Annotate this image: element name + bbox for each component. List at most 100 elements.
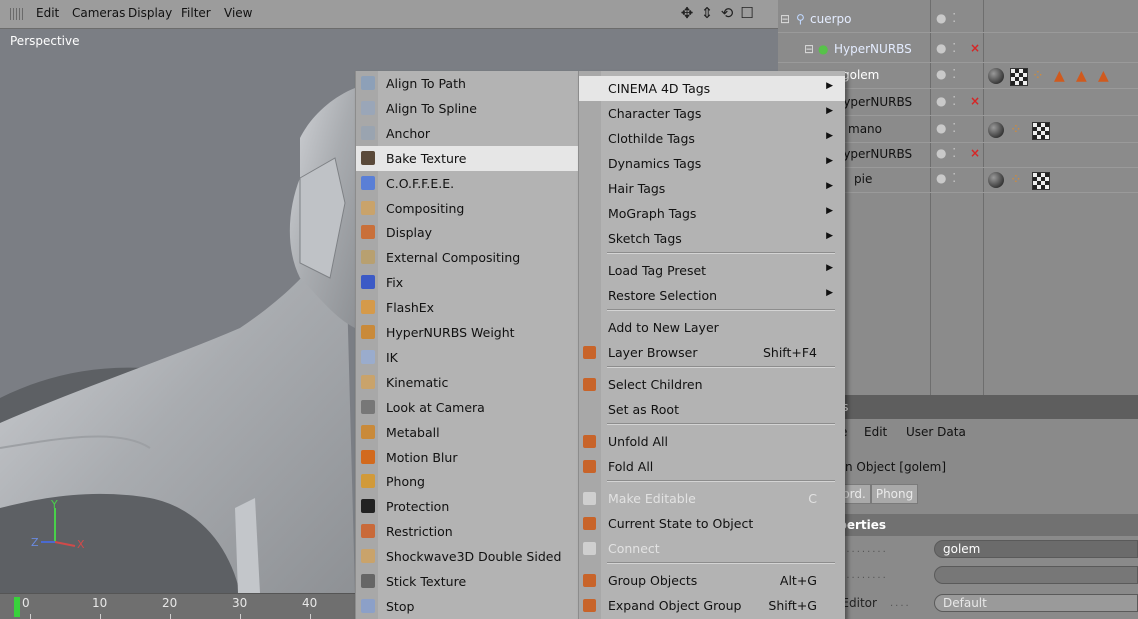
attr-menu-user-data[interactable]: User Data [906, 425, 966, 439]
context-menu-item[interactable]: Add to New Layer [579, 315, 845, 340]
maximize-icon[interactable]: ☐ [738, 3, 756, 23]
attr-leader-dots: .... [890, 598, 911, 609]
layer-field[interactable] [934, 566, 1138, 584]
null-object-icon: ⚲ [796, 12, 805, 26]
stop-icon [361, 598, 375, 613]
tag-menu-item[interactable]: Compositing [356, 196, 578, 221]
tag-menu-item[interactable]: Protection [356, 494, 578, 519]
menu-separator [607, 366, 835, 368]
context-menu-item[interactable]: Set as Root [579, 397, 845, 422]
visibility-dots[interactable]: ● ⁚ [936, 11, 957, 25]
object-name[interactable]: golem [842, 68, 879, 82]
warning-tag-icon[interactable]: ▲ [1076, 68, 1092, 84]
menu-item-label: Select Children [608, 377, 703, 392]
tag-menu-item[interactable]: Look at Camera [356, 395, 578, 420]
tag-menu-item[interactable]: Bake Texture [356, 145, 578, 171]
phong-dots-tag-icon[interactable]: ⁘ [1032, 68, 1048, 84]
texture-tag-icon[interactable] [1032, 122, 1050, 140]
visibility-dots[interactable]: ● ⁚ [936, 94, 957, 108]
tag-menu-item[interactable]: IK [356, 345, 578, 370]
warning-tag-icon[interactable]: ▲ [1098, 68, 1114, 84]
context-menu-item[interactable]: Dynamics Tags ▶ [579, 151, 845, 176]
object-name[interactable]: lyperNURBS [840, 95, 912, 109]
phong-dots-tag-icon[interactable]: ⁘ [1010, 172, 1026, 188]
tag-menu-item[interactable]: FlashEx [356, 295, 578, 320]
context-menu-item[interactable]: Clothilde Tags ▶ [579, 126, 845, 151]
visibility-dots[interactable]: ● ⁚ [936, 121, 957, 135]
menu-view[interactable]: View [224, 6, 252, 20]
tag-menu-item[interactable]: Align To Path [356, 71, 578, 96]
context-menu-item[interactable]: Layer Browser Shift+F4 [579, 340, 845, 365]
scale-icon[interactable]: ⇕ [698, 3, 716, 23]
object-name[interactable]: HyperNURBS [834, 42, 912, 56]
object-name[interactable]: cuerpo [810, 12, 851, 26]
context-menu-item[interactable]: Load Tag Preset ▶ [579, 258, 845, 283]
disabled-x-icon[interactable]: × [970, 146, 980, 160]
context-menu-item[interactable]: Unfold All [579, 429, 845, 454]
context-menu-item[interactable]: Fold All [579, 454, 845, 479]
menu-display[interactable]: Display [128, 6, 172, 20]
disabled-x-icon[interactable]: × [970, 94, 980, 108]
phong-tag-icon[interactable] [988, 68, 1004, 84]
tab-phong[interactable]: Phong [870, 484, 919, 504]
menu-cameras[interactable]: Cameras [72, 6, 125, 20]
editor-visibility-dropdown[interactable]: Default [934, 594, 1138, 612]
phong-dots-tag-icon[interactable]: ⁘ [1010, 122, 1026, 138]
submenu-arrow-icon: ▶ [826, 156, 833, 166]
tag-menu-item[interactable]: Kinematic [356, 370, 578, 395]
name-field[interactable]: golem [934, 540, 1138, 558]
visibility-dots[interactable]: ● ⁚ [936, 146, 957, 160]
texture-tag-icon[interactable] [1010, 68, 1028, 86]
visibility-dots[interactable]: ● ⁚ [936, 67, 957, 81]
context-menu-item[interactable]: Current State to Object [579, 511, 845, 536]
context-menu-item[interactable]: Hair Tags ▶ [579, 176, 845, 201]
object-row-hypernurbs[interactable]: ⊟ ● HyperNURBS ● ⁚ × [778, 38, 1138, 63]
tree-expander-icon[interactable]: ⊟ [804, 42, 814, 56]
drag-grip-icon[interactable] [10, 8, 24, 20]
protection-icon [361, 499, 375, 514]
disabled-x-icon[interactable]: × [970, 41, 980, 55]
phong-tag-icon[interactable] [988, 122, 1004, 138]
object-name[interactable]: lyperNURBS [840, 147, 912, 161]
context-menu-item[interactable]: Group Objects Alt+G [579, 568, 845, 593]
context-menu-item[interactable]: Character Tags ▶ [579, 101, 845, 126]
tree-expander-icon[interactable]: ⊟ [780, 12, 790, 26]
move-icon[interactable]: ✥ [678, 3, 696, 23]
context-menu-item[interactable]: MoGraph Tags ▶ [579, 201, 845, 226]
context-menu-item[interactable]: Select Children [579, 372, 845, 397]
menu-edit[interactable]: Edit [36, 6, 59, 20]
rotate-icon[interactable]: ⟲ [718, 3, 736, 23]
tag-menu-item[interactable]: Anchor [356, 121, 578, 146]
tag-menu-item[interactable]: Align To Spline [356, 96, 578, 121]
phong-tag-icon[interactable] [988, 172, 1004, 188]
tag-menu-item[interactable]: Stop [356, 594, 578, 619]
tag-menu-item[interactable]: Phong [356, 469, 578, 494]
menu-item-shortcut: Shift+G [768, 598, 817, 613]
tag-menu-item[interactable]: Stick Texture [356, 569, 578, 594]
object-name[interactable]: pie [854, 172, 872, 186]
tag-menu-item[interactable]: Metaball [356, 420, 578, 445]
attr-menu-edit[interactable]: Edit [864, 425, 887, 439]
tag-menu-item[interactable]: Shockwave3D Double Sided [356, 544, 578, 569]
texture-tag-icon[interactable] [1032, 172, 1050, 190]
select-children-icon [583, 378, 596, 391]
visibility-dots[interactable]: ● ⁚ [936, 171, 957, 185]
tag-menu-item[interactable]: Restriction [356, 519, 578, 544]
tag-menu-item[interactable]: External Compositing [356, 245, 578, 270]
context-menu-item[interactable]: Restore Selection ▶ [579, 283, 845, 308]
object-row-cuerpo[interactable]: ⊟ ⚲ cuerpo ● ⁚ [778, 8, 1138, 33]
tag-menu-item[interactable]: Fix [356, 270, 578, 295]
object-name[interactable]: mano [848, 122, 882, 136]
tag-menu-item[interactable]: C.O.F.F.E.E. [356, 171, 578, 196]
tag-menu-item[interactable]: Display [356, 220, 578, 245]
menu-separator [607, 252, 835, 254]
tag-menu-item[interactable]: Motion Blur [356, 445, 578, 470]
context-menu-item[interactable]: Expand Object Group Shift+G [579, 593, 845, 618]
tag-menu-item[interactable]: HyperNURBS Weight [356, 320, 578, 345]
timeline-playhead[interactable] [14, 597, 20, 617]
context-menu-item[interactable]: Sketch Tags ▶ [579, 226, 845, 251]
warning-tag-icon[interactable]: ▲ [1054, 68, 1070, 84]
visibility-dots[interactable]: ● ⁚ [936, 41, 957, 55]
menu-filter[interactable]: Filter [181, 6, 211, 20]
context-menu-item[interactable]: CINEMA 4D Tags ▶ [579, 76, 845, 101]
